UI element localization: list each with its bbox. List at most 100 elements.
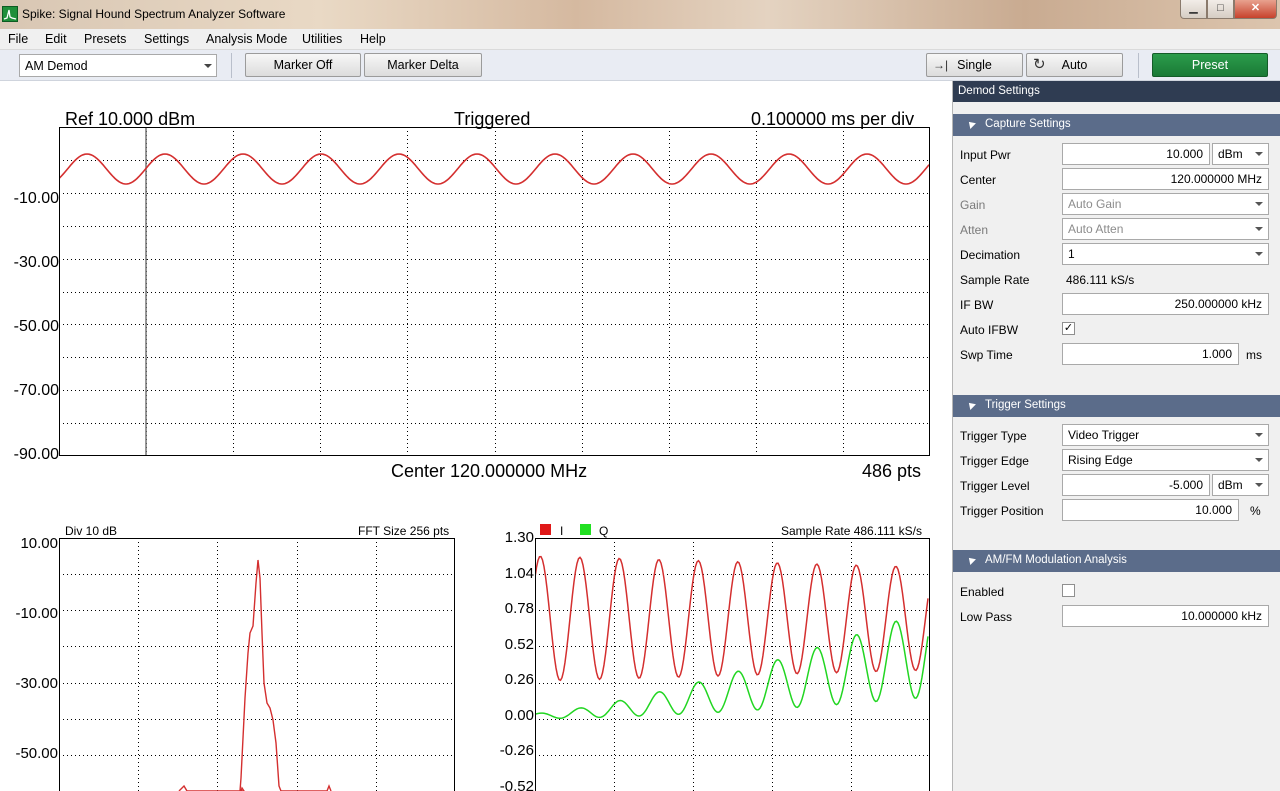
collapse-icon <box>966 400 976 410</box>
auto-sweep-icon: ↻ <box>1033 56 1046 73</box>
legend-q-label: Q <box>599 524 609 538</box>
y-tick: -50.00 <box>15 745 58 762</box>
menu-analysis-mode[interactable]: Analysis Mode <box>206 32 287 46</box>
input-pwr-field[interactable]: 10.000 <box>1062 143 1210 165</box>
menu-edit[interactable]: Edit <box>45 32 67 46</box>
chevron-down-icon <box>1255 483 1263 487</box>
menu-settings[interactable]: Settings <box>144 32 189 46</box>
y-tick: 1.30 <box>504 529 534 546</box>
unit-value: dBm <box>1218 147 1243 161</box>
y-tick: 0.26 <box>504 671 534 688</box>
trigger-level-unit-select[interactable]: dBm <box>1212 474 1269 496</box>
y-tick: 0.00 <box>504 707 534 724</box>
iq-time-plot[interactable] <box>535 538 931 791</box>
atten-select[interactable]: Auto Atten <box>1062 218 1269 240</box>
enabled-checkbox[interactable] <box>1062 584 1075 597</box>
sample-rate-value: 486.111 kS/s <box>1066 273 1135 287</box>
y-tick: -50.00 <box>13 318 59 335</box>
section-title: Capture Settings <box>985 118 1071 130</box>
trigger-position-field[interactable]: 10.000 <box>1062 499 1239 521</box>
chevron-down-icon <box>1255 252 1263 256</box>
y-tick: -30.00 <box>13 254 59 271</box>
y-tick: 0.52 <box>504 636 534 653</box>
single-label: Single <box>957 58 992 72</box>
fft-div-label: Div 10 dB <box>65 524 118 538</box>
menu-presets[interactable]: Presets <box>84 32 126 46</box>
menu-help[interactable]: Help <box>360 32 386 46</box>
trigger-type-select[interactable]: Video Trigger <box>1062 424 1269 446</box>
maximize-button[interactable]: □ <box>1207 0 1234 19</box>
trigger-level-label: Trigger Level <box>960 479 1030 493</box>
legend-i-label: I <box>560 524 564 538</box>
points-label: 486 pts <box>862 461 922 481</box>
fft-size-label: FFT Size 256 pts <box>358 524 450 538</box>
if-bw-label: IF BW <box>960 298 994 312</box>
section-title: AM/FM Modulation Analysis <box>985 554 1127 566</box>
atten-label: Atten <box>960 223 989 237</box>
fft-spectrum-plot[interactable] <box>59 538 456 791</box>
plot-area: Ref 10.000 dBm Triggered 0.100000 ms per… <box>0 81 951 791</box>
if-bw-field[interactable]: 250.000000 kHz <box>1062 293 1269 315</box>
y-tick: -10.00 <box>13 190 59 207</box>
y-tick: 1.04 <box>504 565 534 582</box>
swp-time-field[interactable]: 1.000 <box>1062 343 1239 365</box>
auto-ifbw-checkbox[interactable]: ✓ <box>1062 322 1075 335</box>
input-pwr-unit-select[interactable]: dBm <box>1212 143 1269 165</box>
decimation-select[interactable]: 1 <box>1062 243 1269 265</box>
collapse-icon <box>966 555 976 565</box>
preset-button[interactable]: Preset <box>1152 53 1268 77</box>
single-sweep-button[interactable]: →| Single <box>926 53 1023 77</box>
y-tick: 10.00 <box>20 535 58 552</box>
capture-settings-header[interactable]: Capture Settings <box>953 114 1280 136</box>
trigger-position-label: Trigger Position <box>960 504 1044 518</box>
analysis-mode-select[interactable]: AM Demod <box>19 54 217 77</box>
i-trace <box>535 555 929 682</box>
trigger-level-field[interactable]: -5.000 <box>1062 474 1210 496</box>
marker-off-button[interactable]: Marker Off <box>245 53 361 77</box>
trigger-edge-select[interactable]: Rising Edge <box>1062 449 1269 471</box>
y-tick: -30.00 <box>15 675 58 692</box>
center-label: Center <box>960 173 997 187</box>
swp-time-label: Swp Time <box>960 348 1013 362</box>
atten-value: Auto Atten <box>1068 222 1124 236</box>
trigger-edge-value: Rising Edge <box>1068 453 1133 467</box>
unit-value: dBm <box>1218 478 1243 492</box>
trigger-edge-label: Trigger Edge <box>960 454 1029 468</box>
menu-file[interactable]: File <box>8 32 28 46</box>
time-domain-plot[interactable] <box>59 127 931 457</box>
input-pwr-label: Input Pwr <box>960 148 1011 162</box>
plot-grid <box>59 127 930 456</box>
chevron-down-icon <box>1255 202 1263 206</box>
low-pass-field[interactable]: 10.000000 kHz <box>1062 605 1269 627</box>
center-frequency-label: Center 120.000000 MHz <box>391 461 588 481</box>
chevron-down-icon <box>204 64 212 68</box>
decimation-value: 1 <box>1068 247 1075 261</box>
gain-label: Gain <box>960 198 986 212</box>
legend-q-swatch <box>580 524 591 535</box>
decimation-label: Decimation <box>960 248 1021 262</box>
plot-grid <box>535 538 930 791</box>
analysis-mode-value: AM Demod <box>25 59 88 73</box>
trigger-type-label: Trigger Type <box>960 429 1027 443</box>
chevron-down-icon <box>1255 458 1263 462</box>
marker-delta-button[interactable]: Marker Delta <box>364 53 482 77</box>
auto-sweep-button[interactable]: ↻ Auto <box>1026 53 1123 77</box>
menu-utilities[interactable]: Utilities <box>302 32 342 46</box>
low-pass-label: Low Pass <box>960 610 1013 624</box>
close-button[interactable]: ✕ <box>1234 0 1277 19</box>
trigger-settings-header[interactable]: Trigger Settings <box>953 395 1280 417</box>
enabled-label: Enabled <box>960 585 1005 599</box>
auto-ifbw-label: Auto IFBW <box>960 323 1019 337</box>
section-title: Trigger Settings <box>985 399 1066 411</box>
modulation-analysis-header[interactable]: AM/FM Modulation Analysis <box>953 550 1280 572</box>
auto-label: Auto <box>1061 58 1088 72</box>
collapse-icon <box>966 119 976 129</box>
minimize-button[interactable]: ▁ <box>1180 0 1207 19</box>
center-frequency-field[interactable]: 120.000000 MHz <box>1062 168 1269 190</box>
gain-select[interactable]: Auto Gain <box>1062 193 1269 215</box>
title-bar: Spike: Signal Hound Spectrum Analyzer So… <box>0 0 1280 29</box>
chevron-down-icon <box>1255 152 1263 156</box>
toolbar: AM Demod Marker Off Marker Delta →| Sing… <box>0 50 1280 81</box>
am-demod-trace <box>59 153 930 185</box>
sample-rate-label: Sample Rate <box>960 273 1030 287</box>
